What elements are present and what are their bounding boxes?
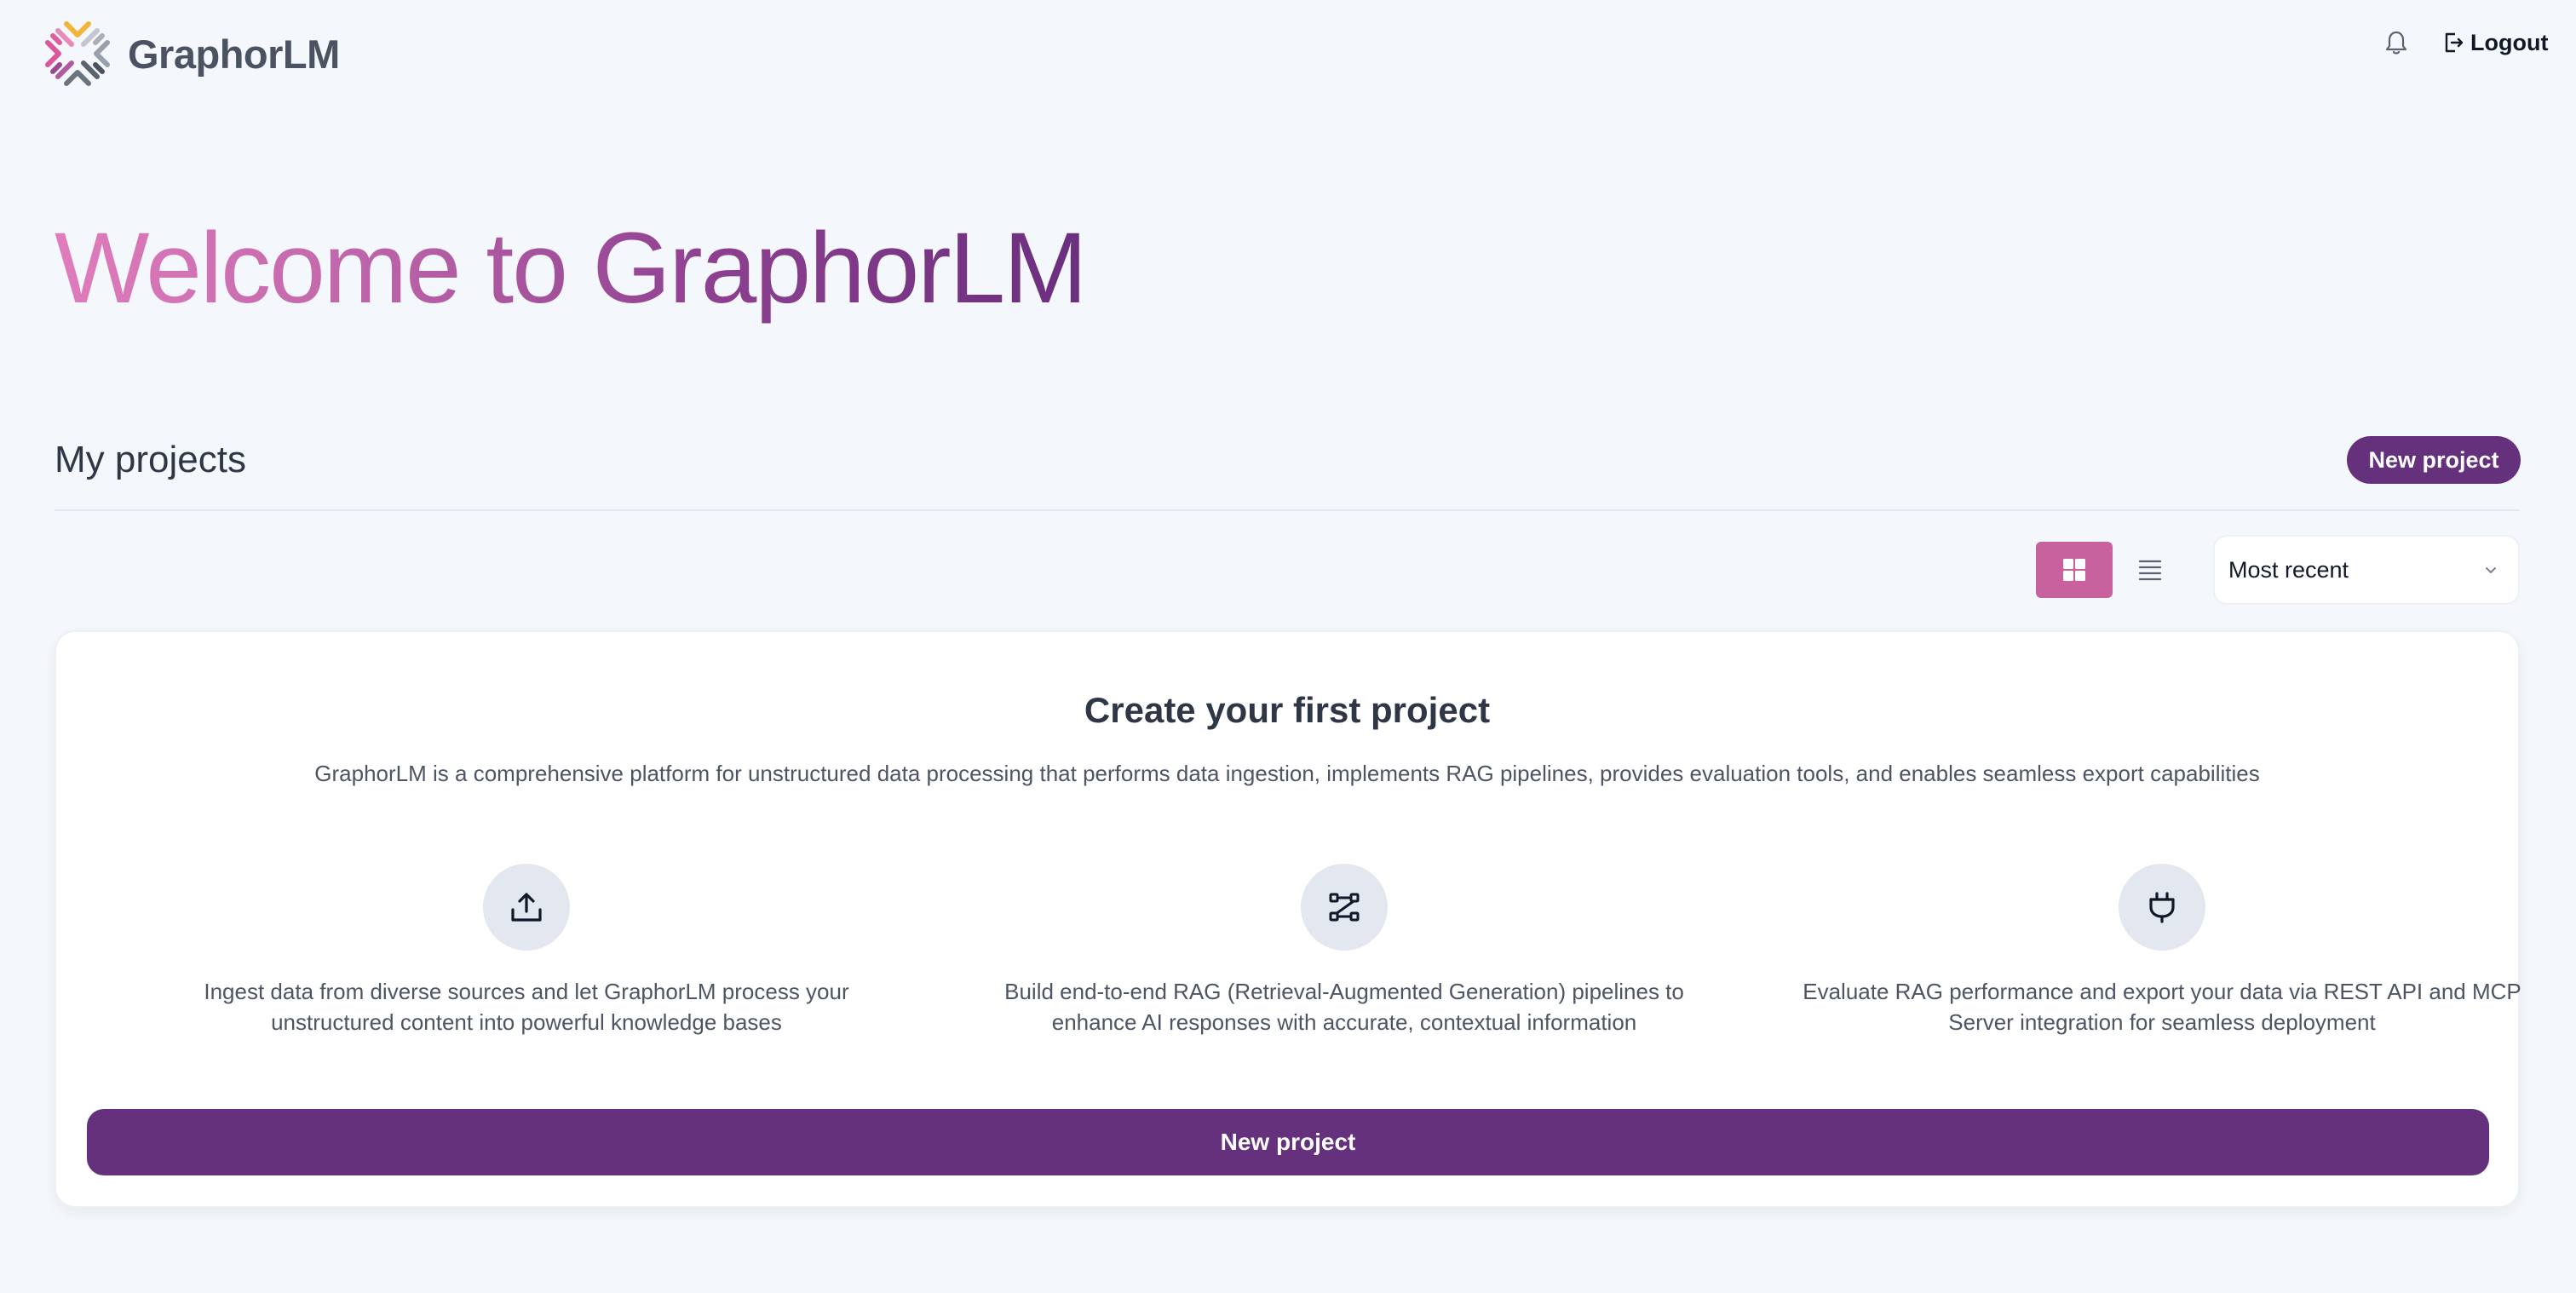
logout-label: Logout [2470, 29, 2549, 55]
list-icon [2138, 560, 2162, 581]
app-logo[interactable]: GraphorLM [41, 17, 340, 90]
plug-icon [2149, 892, 2175, 923]
top-header: GraphorLM Logout [0, 0, 2576, 107]
upload-icon [511, 893, 542, 922]
graphorlm-logo-icon [45, 21, 110, 86]
notifications-button[interactable] [2382, 27, 2411, 58]
feature-pipelines: Build end-to-end RAG (Retrieval-Augmente… [961, 864, 1728, 1037]
pipeline-icon [1329, 893, 1360, 922]
feature-ingest-text: Ingest data from diverse sources and let… [143, 976, 910, 1037]
list-view-toggle[interactable] [2126, 542, 2174, 598]
create-project-button[interactable]: New project [87, 1109, 2489, 1175]
feature-pipelines-line-1: Build end-to-end RAG (Retrieval-Augmente… [1004, 979, 1684, 1004]
feature-icon-circle [2119, 864, 2205, 951]
logout-icon [2445, 32, 2464, 53]
logo-text: GraphorLM [128, 31, 340, 77]
feature-export-line-2: Server integration for seamless deployme… [1948, 1009, 2376, 1035]
sort-select[interactable]: Most recent [2213, 535, 2520, 605]
grid-icon [2063, 559, 2085, 581]
empty-state-title: Create your first project [1084, 690, 1491, 730]
feature-ingest-line-1: Ingest data from diverse sources and let… [204, 979, 849, 1004]
feature-icon-circle [483, 864, 570, 951]
sort-selected-value: Most recent [2228, 556, 2349, 583]
feature-ingest-line-2: unstructured content into powerful knowl… [271, 1009, 782, 1035]
welcome-heading: Welcome to GraphorLM [55, 204, 1087, 332]
section-divider [55, 509, 2520, 511]
feature-icon-circle [1301, 864, 1388, 951]
logout-button[interactable]: Logout [2443, 26, 2548, 60]
feature-ingest: Ingest data from diverse sources and let… [143, 864, 910, 1037]
grid-view-toggle[interactable] [2036, 542, 2113, 598]
feature-export: Evaluate RAG performance and export your… [1779, 864, 2545, 1037]
empty-state-card: Create your first project GraphorLM is a… [55, 630, 2521, 1208]
feature-export-text: Evaluate RAG performance and export your… [1779, 976, 2545, 1037]
feature-export-line-1: Evaluate RAG performance and export your… [1803, 979, 2521, 1004]
feature-pipelines-line-2: enhance AI responses with accurate, cont… [1051, 1009, 1637, 1035]
new-project-button[interactable]: New project [2347, 436, 2521, 484]
chevron-down-icon [2486, 567, 2496, 573]
empty-state-description: GraphorLM is a comprehensive platform fo… [314, 761, 2260, 786]
feature-pipelines-text: Build end-to-end RAG (Retrieval-Augmente… [961, 976, 1728, 1037]
bell-icon [2385, 31, 2407, 55]
projects-title: My projects [55, 439, 246, 480]
